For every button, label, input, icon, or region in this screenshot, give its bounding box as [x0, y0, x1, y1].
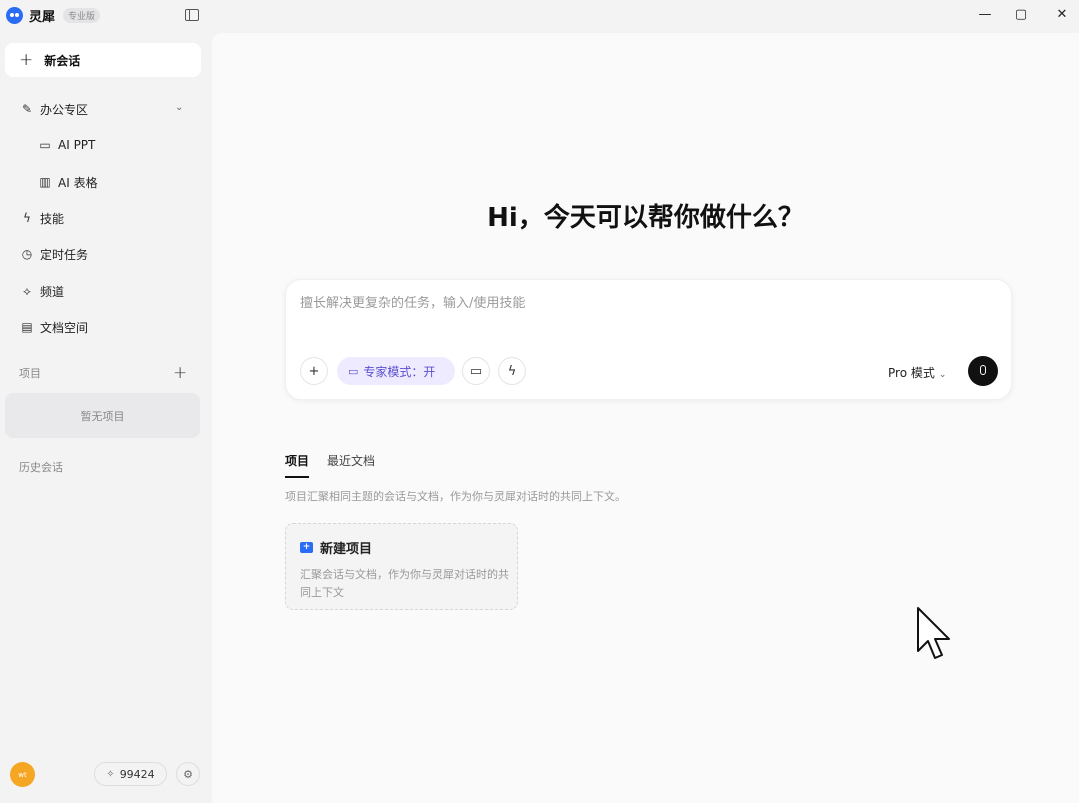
pencil-icon: ✎ — [21, 102, 33, 116]
app-logo-icon — [6, 6, 23, 24]
new-chat-button[interactable]: + 新会话 — [5, 43, 201, 77]
composer: + ▭ 专家模式：开 ▭ ϟ Pro 模式⌄ — [285, 279, 1012, 400]
plus-icon: + — [19, 49, 34, 70]
sidebar-item-label: 定时任务 — [40, 247, 89, 262]
new-chat-label: 新会话 — [44, 53, 81, 68]
pro-mode-label: Pro 模式 — [888, 366, 935, 380]
expert-mode-toggle[interactable]: ▭ 专家模式：开 — [337, 357, 455, 385]
projects-empty-state: 暂无项目 — [5, 393, 200, 438]
new-project-card[interactable]: + 新建项目 汇聚会话与文档，作为你与灵犀对话时的共同上下文 — [285, 523, 518, 610]
close-icon[interactable]: ✕ — [1052, 4, 1072, 24]
tab-projects[interactable]: 项目 — [285, 452, 310, 478]
monitor-icon: ▭ — [469, 363, 483, 379]
lightning-icon: ϟ — [507, 363, 517, 379]
sparkle-icon: ✧ — [106, 768, 115, 780]
sidebar-item-label: 频道 — [40, 284, 65, 299]
tab-description: 项目汇聚相同主题的会话与文档，作为你与灵犀对话时的共同上下文。 — [285, 490, 626, 503]
avatar[interactable]: wt — [10, 762, 35, 787]
sidebar-item-label: AI PPT — [58, 138, 96, 152]
points-value: 99424 — [119, 767, 155, 781]
lightning-icon: ϟ — [23, 211, 31, 225]
settings-gear-icon[interactable]: ⚙ — [176, 762, 200, 786]
mouse-cursor-icon — [917, 607, 950, 659]
sidebar-item-label: AI 表格 — [58, 175, 98, 190]
screen-button[interactable]: ▭ — [462, 357, 490, 385]
expert-mode-label: 专家模式：开 — [363, 364, 436, 379]
prompt-input[interactable] — [300, 296, 990, 311]
add-project-icon[interactable]: + — [173, 363, 187, 383]
skills-button[interactable]: ϟ — [498, 357, 526, 385]
chart-icon: ▥ — [39, 175, 51, 189]
maximize-icon[interactable]: ▢ — [1011, 4, 1031, 24]
folder-plus-icon: + — [300, 542, 313, 553]
chevron-down-icon: ⌄ — [938, 370, 947, 380]
document-icon: ▤ — [21, 320, 33, 334]
sidebar-item-skills[interactable]: ϟ 技能 — [0, 205, 212, 231]
tab-recent-docs[interactable]: 最近文档 — [327, 452, 375, 478]
main-panel: Hi，今天可以帮你做什么？ + ▭ 专家模式：开 ▭ ϟ Pro 模式⌄ 项目 … — [212, 33, 1079, 803]
slides-icon: ▭ — [39, 138, 51, 152]
microphone-icon — [980, 365, 986, 375]
add-attachment-button[interactable]: + — [300, 357, 328, 385]
new-project-title: + 新建项目 — [300, 538, 372, 557]
sidebar: 灵犀 专业版 + 新会话 ✎ 办公专区 ⌄ ▭ AI PPT ▥ AI 表格 ϟ… — [0, 0, 212, 803]
sidebar-item-label: 技能 — [40, 211, 65, 226]
history-section-label: 历史会话 — [19, 461, 63, 474]
channel-icon: ⟡ — [23, 283, 31, 298]
points-badge[interactable]: ✧ 99424 — [94, 762, 167, 786]
sidebar-item-office[interactable]: ✎ 办公专区 ⌄ — [0, 96, 212, 122]
sidebar-item-label: 文档空间 — [40, 320, 89, 335]
sidebar-item-doc-space[interactable]: ▤ 文档空间 — [0, 314, 212, 340]
sidebar-item-ai-ppt[interactable]: ▭ AI PPT — [0, 132, 212, 158]
edition-badge: 专业版 — [63, 7, 101, 23]
minimize-icon[interactable]: — — [975, 4, 995, 24]
sidebar-item-label: 办公专区 — [40, 102, 89, 117]
monitor-icon: ▭ — [348, 364, 359, 378]
content-tabs: 项目 最近文档 — [285, 452, 393, 478]
new-project-description: 汇聚会话与文档，作为你与灵犀对话时的共同上下文 — [300, 568, 509, 599]
projects-section-label: 项目 — [19, 367, 41, 380]
clock-icon: ◷ — [21, 247, 33, 261]
sidebar-item-channels[interactable]: ⟡ 频道 — [0, 278, 212, 304]
page-title: Hi，今天可以帮你做什么？ — [487, 203, 804, 233]
sidebar-toggle-icon[interactable] — [185, 9, 199, 21]
brand: 灵犀 专业版 — [6, 4, 101, 26]
app-name: 灵犀 — [29, 9, 56, 25]
plus-icon: + — [308, 363, 320, 379]
sidebar-item-ai-table[interactable]: ▥ AI 表格 — [0, 169, 212, 195]
pro-mode-dropdown[interactable]: Pro 模式 ⌄ — [888, 364, 946, 381]
new-project-label: 新建项目 — [320, 542, 373, 557]
microphone-button[interactable] — [968, 356, 998, 386]
sidebar-item-scheduled-tasks[interactable]: ◷ 定时任务 — [0, 241, 212, 267]
chevron-down-icon[interactable]: ⌄ — [175, 102, 183, 113]
